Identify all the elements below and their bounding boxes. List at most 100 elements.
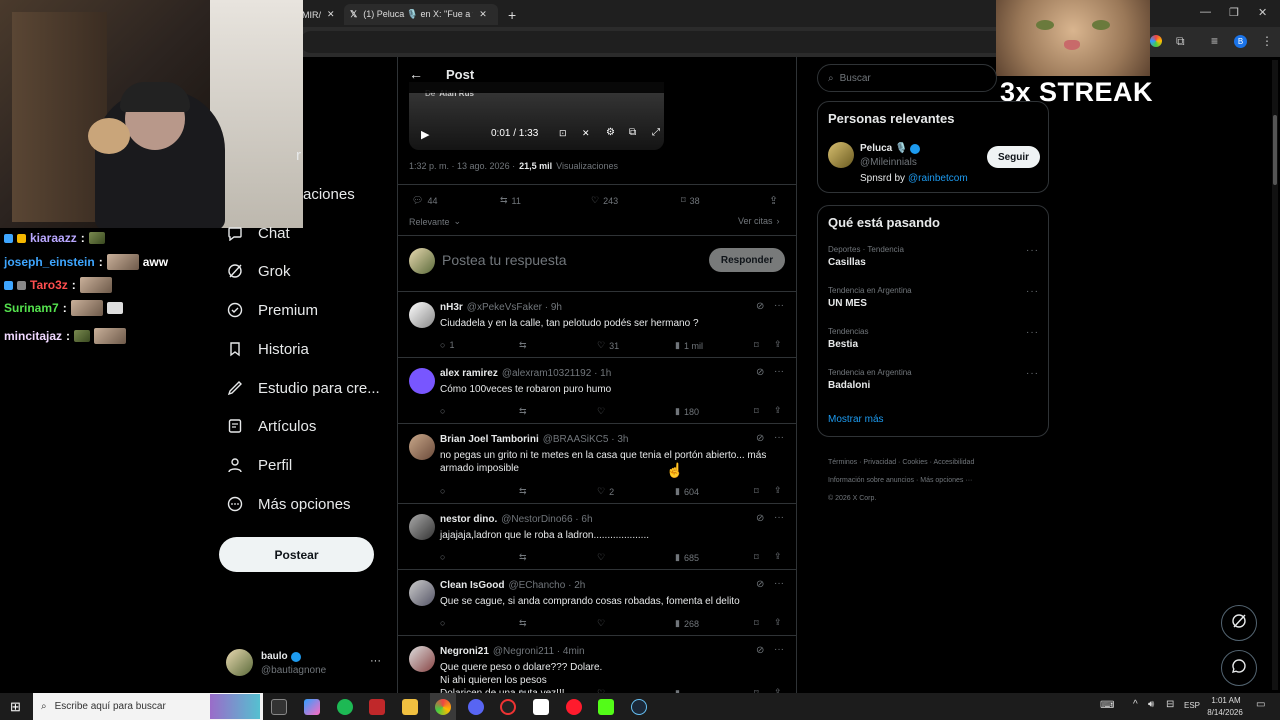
views-action[interactable]: ▮ 268 <box>675 618 699 629</box>
grok-floating-button[interactable] <box>1221 605 1257 641</box>
avatar[interactable] <box>409 646 435 672</box>
grok-icon[interactable]: ⊘ <box>756 367 764 378</box>
views-action[interactable]: ▮ 180 <box>675 406 699 417</box>
reply-action[interactable]: ○ <box>440 406 449 416</box>
spotify-icon[interactable] <box>337 699 353 715</box>
like-action[interactable]: ♡ <box>597 406 609 417</box>
nav-item-grok[interactable]: Grok <box>226 256 291 286</box>
like-action[interactable]: ♡ <box>597 618 609 629</box>
discord-icon[interactable] <box>468 699 484 715</box>
quotes-link[interactable]: Ver citas › <box>738 216 780 226</box>
more-icon[interactable]: ··· <box>1026 245 1039 256</box>
reply-action[interactable]: ○ <box>440 618 449 628</box>
app-icon[interactable] <box>500 699 516 715</box>
repost-action[interactable]: ⇆ <box>519 406 527 417</box>
nav-item-more[interactable]: Más opciones <box>226 489 351 519</box>
person-name[interactable]: Peluca 🎙️ <box>860 143 907 154</box>
avatar[interactable] <box>409 434 435 460</box>
reply-tweet[interactable]: Brian Joel Tamborini @BRAASiKC5 · 3h ⊘ ··· n… <box>398 424 796 504</box>
repost-action[interactable]: ⇆ <box>519 618 527 629</box>
reply-author[interactable]: Brian Joel Tamborini <box>440 434 539 445</box>
nav-item-profile[interactable]: Perfil <box>226 450 292 480</box>
like-action[interactable]: ♡ <box>597 552 609 563</box>
network-icon[interactable]: ⊟ <box>1166 699 1174 710</box>
browser-tab-active[interactable]: 𝕏 (1) Peluca 🎙️ en X: "Fue a vend ✕ <box>344 4 498 25</box>
nav-item-chat[interactable]: Chat <box>226 218 290 248</box>
reply-author[interactable]: alex ramirez <box>440 368 498 379</box>
follow-button[interactable]: Seguir <box>987 146 1040 168</box>
trend-item[interactable]: Tendencias Bestia ··· <box>828 327 1040 350</box>
settings-icon[interactable]: ⚙ <box>606 127 615 138</box>
nav-item-historia[interactable]: Historia <box>226 334 309 364</box>
views-action[interactable]: ▮ 604 <box>675 486 699 497</box>
app-icon[interactable] <box>369 699 385 715</box>
views-action[interactable]: ▮ 685 <box>675 552 699 563</box>
restore-icon[interactable]: ❐ <box>1229 6 1239 19</box>
reply-author[interactable]: Clean IsGood <box>440 580 504 591</box>
minimize-icon[interactable]: — <box>1200 6 1211 18</box>
footer-link[interactable]: Accesibilidad <box>933 459 974 466</box>
footer-link[interactable]: Cookies <box>902 459 927 466</box>
reply-author[interactable]: Negroni21 <box>440 646 489 657</box>
trend-item[interactable]: Tendencia en Argentina UN MES ··· <box>828 286 1040 309</box>
more-icon[interactable]: ··· <box>774 432 784 443</box>
copilot-icon[interactable] <box>304 699 320 715</box>
reply-action[interactable]: ○ <box>440 486 449 496</box>
reply-author[interactable]: nH3r <box>440 302 463 313</box>
share-icon[interactable]: ⇪ <box>774 485 782 496</box>
tray-chevron-icon[interactable]: ^ <box>1133 699 1138 710</box>
more-icon[interactable]: ··· <box>774 644 784 655</box>
reply-action[interactable]: ○ <box>440 552 449 562</box>
keyboard-icon[interactable]: ⌨ <box>1100 700 1114 711</box>
repost-action[interactable]: ⇆ <box>519 552 527 563</box>
show-more-link[interactable]: Mostrar más <box>828 414 884 425</box>
share-icon[interactable]: ⇪ <box>774 405 782 416</box>
grok-icon[interactable]: ⊘ <box>756 579 764 590</box>
fullscreen-icon[interactable]: ⤢ <box>652 127 660 138</box>
avatar[interactable] <box>828 142 854 168</box>
more-icon[interactable]: ··· <box>774 300 784 311</box>
repost-action[interactable]: ⇆ <box>519 340 527 351</box>
avatar[interactable] <box>409 514 435 540</box>
new-tab-button[interactable]: + <box>502 4 522 25</box>
footer-link[interactable]: Términos <box>828 459 857 466</box>
more-icon[interactable]: ··· <box>1026 368 1039 379</box>
more-icon[interactable]: ··· <box>774 578 784 589</box>
more-icon[interactable]: ··· <box>1026 327 1039 338</box>
reply-input[interactable]: Postea tu respuesta <box>442 252 567 268</box>
file-explorer-icon[interactable] <box>402 699 418 715</box>
nav-item-premium[interactable]: Premium <box>226 295 318 325</box>
trend-item[interactable]: Deportes · Tendencia Casillas ··· <box>828 245 1040 268</box>
close-icon[interactable]: ✕ <box>327 9 335 20</box>
footer-link[interactable]: Información sobre anuncios <box>828 477 914 484</box>
kebab-menu-icon[interactable]: ⋮ <box>1261 34 1273 48</box>
grok-icon[interactable]: ⊘ <box>756 433 764 444</box>
like-count[interactable]: ♡ 243 <box>591 195 618 206</box>
reply-action[interactable]: ○ 1 <box>440 340 454 350</box>
reply-button[interactable]: Responder <box>709 248 785 272</box>
reply-count[interactable]: 💬︎ 44 <box>412 195 437 206</box>
menu-list-icon[interactable]: ≡ <box>1211 34 1218 48</box>
avatar[interactable] <box>409 368 435 394</box>
avatar[interactable] <box>409 302 435 328</box>
task-view-icon[interactable] <box>271 699 287 715</box>
puzzle-icon[interactable]: ⧉ <box>1176 34 1185 49</box>
footer-link[interactable]: Más opciones ··· <box>920 477 972 484</box>
views-action[interactable]: ▮ 1 mil <box>675 340 703 351</box>
more-icon[interactable]: ··· <box>370 655 381 667</box>
volume-icon[interactable]: 🔊︎ <box>1148 699 1154 710</box>
share-icon[interactable]: ⇪ <box>769 194 778 207</box>
reply-tweet[interactable]: Clean IsGood @EChancho · 2h ⊘ ··· Que se cag… <box>398 570 796 636</box>
grok-icon[interactable]: ⊘ <box>756 513 764 524</box>
play-icon[interactable]: ▶ <box>421 128 429 141</box>
nav-item-articles[interactable]: Artículos <box>226 411 316 441</box>
close-window-icon[interactable]: ✕ <box>1258 6 1267 19</box>
trend-item[interactable]: Tendencia en Argentina Badaloni ··· <box>828 368 1040 391</box>
pip-icon[interactable]: ⧉ <box>629 127 636 138</box>
avatar[interactable] <box>409 580 435 606</box>
like-action[interactable]: ♡ 2 <box>597 486 614 497</box>
language-indicator[interactable]: ESP <box>1184 701 1200 710</box>
bookmark-icon[interactable]: ⌑ <box>754 618 759 629</box>
like-action[interactable]: ♡ 31 <box>597 340 619 351</box>
notification-icon[interactable]: ▭ <box>1256 699 1265 710</box>
